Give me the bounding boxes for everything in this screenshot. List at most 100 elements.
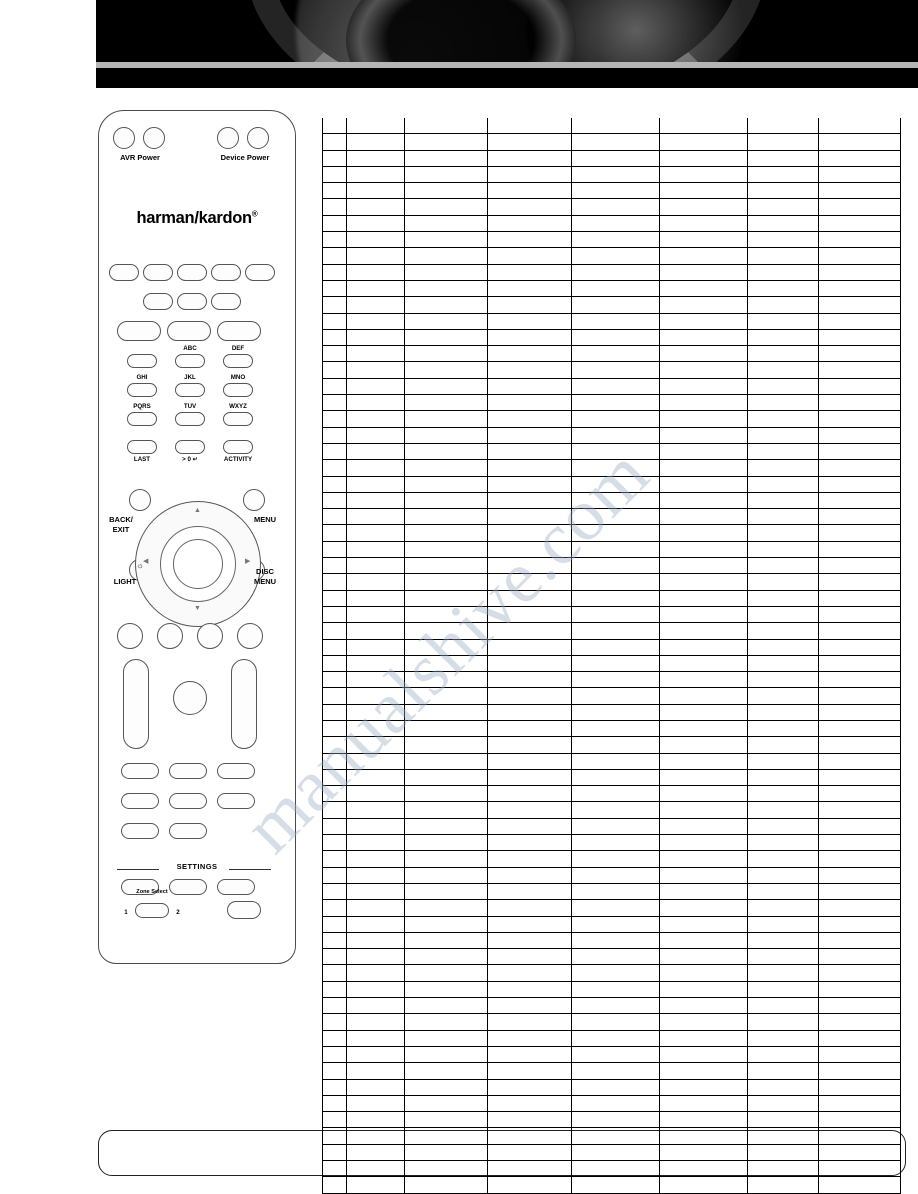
remote-lower-button-1[interactable] [121, 763, 159, 779]
remote-key-8[interactable] [175, 412, 205, 426]
table-cell [403, 345, 489, 363]
table-cell [747, 622, 820, 640]
remote-mode-button-3[interactable] [217, 321, 261, 341]
table-cell [747, 980, 820, 999]
table-row [322, 671, 901, 689]
remote-lower-button-7[interactable] [121, 823, 159, 839]
table-cell [345, 573, 405, 591]
remote-transport-button-3[interactable] [197, 623, 223, 649]
table-cell [487, 736, 573, 754]
table-cell [818, 703, 901, 721]
table-cell [818, 931, 901, 950]
remote-key-3[interactable] [223, 354, 253, 368]
remote-power-button-3[interactable] [217, 127, 239, 149]
table-cell [747, 1029, 820, 1047]
table-cell [571, 866, 661, 884]
table-cell [659, 736, 749, 754]
table-header-cell [345, 118, 405, 134]
remote-key-6[interactable] [223, 383, 253, 397]
table-cell [487, 687, 573, 705]
table-cell [345, 768, 405, 787]
zone-select-switch[interactable] [135, 903, 169, 918]
remote-mode-button-2[interactable] [167, 321, 211, 341]
table-cell [345, 377, 405, 396]
table-cell [659, 948, 749, 966]
table-cell [345, 394, 405, 412]
table-cell [487, 654, 573, 673]
table-cell [487, 1078, 573, 1096]
table-cell [818, 882, 901, 901]
table-cell [659, 133, 749, 151]
remote-source-button-3[interactable] [177, 264, 207, 281]
remote-key-last[interactable] [127, 440, 157, 454]
remote-source-button-1[interactable] [109, 264, 139, 281]
table-cell [322, 1159, 347, 1178]
table-row [322, 312, 901, 330]
table-cell [322, 149, 347, 167]
remote-lower-button-6[interactable] [217, 793, 255, 809]
remote-source-button-6[interactable] [143, 293, 173, 310]
table-cell [747, 882, 820, 901]
remote-key-5[interactable] [175, 383, 205, 397]
remote-key-activity[interactable] [223, 440, 253, 454]
remote-power-button-1[interactable] [113, 127, 135, 149]
remote-mode-button-1[interactable] [117, 321, 161, 341]
table-cell [747, 426, 820, 444]
remote-lower-button-2[interactable] [169, 763, 207, 779]
table-cell [659, 1045, 749, 1064]
remote-power-button-2[interactable] [143, 127, 165, 149]
remote-source-button-8[interactable] [211, 293, 241, 310]
remote-transport-button-4[interactable] [237, 623, 263, 649]
table-cell [747, 1045, 820, 1064]
table-header-cell [571, 118, 661, 135]
table-cell [571, 980, 661, 999]
table-cell [571, 1078, 661, 1096]
table-cell [322, 410, 347, 428]
table-cell [659, 915, 749, 933]
table-cell [487, 198, 573, 216]
remote-channel-rocker[interactable] [231, 659, 257, 749]
remote-lower-button-3[interactable] [217, 763, 255, 779]
table-cell [403, 687, 489, 705]
remote-source-button-2[interactable] [143, 264, 173, 281]
remote-source-button-5[interactable] [245, 264, 275, 281]
header-lower-strip [96, 68, 918, 88]
remote-lower-button-8[interactable] [169, 823, 207, 839]
remote-lower-button-4[interactable] [121, 793, 159, 809]
remote-key-1[interactable] [127, 354, 157, 368]
remote-lower-button-5[interactable] [169, 793, 207, 809]
remote-transport-button-2[interactable] [157, 623, 183, 649]
table-cell [322, 785, 347, 803]
table-cell [659, 1176, 749, 1194]
table-row [322, 198, 901, 216]
disc-label-line1: DISC [256, 567, 274, 576]
remote-key-4[interactable] [127, 383, 157, 397]
remote-mute-button[interactable] [173, 681, 207, 715]
table-cell [747, 654, 820, 673]
table-cell [659, 785, 749, 803]
remote-back-exit-button[interactable] [129, 489, 151, 511]
table-header-cell [659, 118, 749, 135]
remote-dpad-ok-button[interactable] [173, 539, 223, 589]
table-cell [487, 459, 573, 477]
table-cell [659, 491, 749, 510]
remote-key-2[interactable] [175, 354, 205, 368]
remote-power-button-4[interactable] [247, 127, 269, 149]
table-cell [571, 182, 661, 200]
remote-key-7[interactable] [127, 412, 157, 426]
table-cell [571, 948, 661, 966]
table-cell [747, 1111, 820, 1129]
remote-source-button-4[interactable] [211, 264, 241, 281]
remote-key-9[interactable] [223, 412, 253, 426]
table-cell [345, 524, 405, 542]
remote-source-button-7[interactable] [177, 293, 207, 310]
table-cell [571, 1176, 661, 1194]
remote-settings-button-3[interactable] [217, 879, 255, 895]
remote-volume-rocker[interactable] [123, 659, 149, 749]
remote-extra-button[interactable] [227, 901, 261, 919]
remote-menu-button[interactable] [243, 489, 265, 511]
table-cell [818, 263, 901, 281]
remote-key-0[interactable] [175, 440, 205, 454]
table-cell [487, 850, 573, 868]
remote-transport-button-1[interactable] [117, 623, 143, 649]
